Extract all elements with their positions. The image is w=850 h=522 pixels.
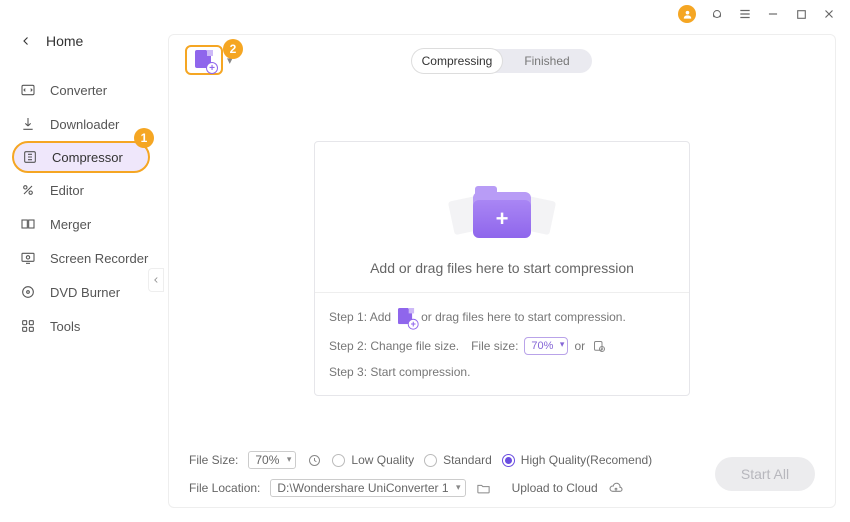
sidebar-item-editor[interactable]: Editor bbox=[0, 173, 160, 207]
add-file-group: + 2 ▾ bbox=[185, 45, 233, 75]
tabs: Compressing Finished bbox=[412, 49, 592, 73]
upload-cloud-label: Upload to Cloud bbox=[512, 481, 598, 495]
main-panel: + 2 ▾ Compressing Finished + Add or drag… bbox=[168, 34, 836, 508]
minimize-button[interactable] bbox=[766, 7, 780, 21]
start-all-button[interactable]: Start All bbox=[715, 457, 815, 491]
sidebar-item-screen-recorder[interactable]: Screen Recorder bbox=[0, 241, 160, 275]
sidebar-item-label: Tools bbox=[50, 319, 80, 334]
radio-icon bbox=[332, 454, 345, 467]
sidebar-item-label: Merger bbox=[50, 217, 91, 232]
filesize-percent-select[interactable]: 70% bbox=[524, 337, 568, 355]
quality-standard-option[interactable]: Standard bbox=[424, 453, 492, 467]
drop-panel: + Add or drag files here to start compre… bbox=[314, 141, 690, 396]
filelocation-label: File Location: bbox=[189, 481, 260, 495]
file-plus-icon[interactable]: + bbox=[398, 308, 414, 326]
sidebar-item-label: Compressor bbox=[52, 150, 123, 165]
downloader-icon bbox=[20, 116, 36, 132]
menu-icon[interactable] bbox=[738, 7, 752, 21]
step2-or: or bbox=[574, 339, 585, 353]
compress-settings-icon[interactable] bbox=[306, 452, 322, 468]
sidebar-item-label: DVD Burner bbox=[50, 285, 120, 300]
sidebar-item-label: Editor bbox=[50, 183, 84, 198]
annotation-badge-2: 2 bbox=[223, 39, 243, 59]
home-label: Home bbox=[46, 33, 83, 49]
compressor-icon bbox=[22, 149, 38, 165]
drop-steps: Step 1: Add + or drag files here to star… bbox=[315, 292, 689, 395]
sidebar-item-label: Converter bbox=[50, 83, 107, 98]
dvd-burner-icon bbox=[20, 284, 36, 300]
merger-icon bbox=[20, 216, 36, 232]
support-icon[interactable] bbox=[710, 7, 724, 21]
sidebar-item-label: Downloader bbox=[50, 117, 119, 132]
sidebar-item-converter[interactable]: Converter bbox=[0, 73, 160, 107]
step-3: Step 3: Start compression. bbox=[329, 365, 675, 379]
bottom-bar: File Size: 70% Low Quality Standard High… bbox=[189, 451, 815, 497]
filesize-label: File Size: bbox=[189, 453, 238, 467]
add-file-button[interactable]: + 2 bbox=[185, 45, 223, 75]
sidebar-item-label: Screen Recorder bbox=[50, 251, 148, 266]
sidebar-item-merger[interactable]: Merger bbox=[0, 207, 160, 241]
cloud-upload-icon[interactable] bbox=[608, 480, 624, 496]
annotation-badge-1: 1 bbox=[134, 128, 154, 148]
step2-filesize-label: File size: bbox=[471, 339, 518, 353]
filesize-select[interactable]: 70% bbox=[248, 451, 296, 469]
drop-zone[interactable]: + Add or drag files here to start compre… bbox=[315, 142, 689, 292]
filelocation-select[interactable]: D:\Wondershare UniConverter 1 bbox=[270, 479, 465, 497]
step-1: Step 1: Add + or drag files here to star… bbox=[329, 307, 675, 327]
close-button[interactable] bbox=[822, 7, 836, 21]
settings-gear-icon[interactable] bbox=[591, 338, 607, 354]
tools-icon bbox=[20, 318, 36, 334]
screen-recorder-icon bbox=[20, 250, 36, 266]
step1-text-b: or drag files here to start compression. bbox=[421, 310, 626, 324]
quality-high-label: High Quality(Recomend) bbox=[521, 453, 652, 467]
radio-icon bbox=[424, 454, 437, 467]
sidebar-item-compressor[interactable]: Compressor bbox=[12, 141, 150, 173]
converter-icon bbox=[20, 82, 36, 98]
tab-finished[interactable]: Finished bbox=[502, 49, 592, 73]
sidebar-item-dvd-burner[interactable]: DVD Burner bbox=[0, 275, 160, 309]
quality-low-label: Low Quality bbox=[351, 453, 414, 467]
step1-text-a: Step 1: Add bbox=[329, 310, 391, 324]
file-plus-icon: + bbox=[195, 50, 213, 70]
quality-standard-label: Standard bbox=[443, 453, 492, 467]
home-nav[interactable]: Home bbox=[0, 25, 160, 57]
open-folder-icon[interactable] bbox=[476, 480, 492, 496]
sidebar: Home Converter Downloader Compressor Edi… bbox=[0, 0, 160, 522]
step-2: Step 2: Change file size. File size: 70%… bbox=[329, 337, 675, 355]
maximize-button[interactable] bbox=[794, 7, 808, 21]
step3-text: Step 3: Start compression. bbox=[329, 365, 470, 379]
drop-title: Add or drag files here to start compress… bbox=[370, 260, 634, 276]
editor-icon bbox=[20, 182, 36, 198]
nav-list: Converter Downloader Compressor Editor M… bbox=[0, 73, 160, 343]
sidebar-collapse-toggle[interactable] bbox=[148, 268, 164, 292]
quality-high-option[interactable]: High Quality(Recomend) bbox=[502, 453, 652, 467]
step2-text-a: Step 2: Change file size. bbox=[329, 339, 459, 353]
quality-low-option[interactable]: Low Quality bbox=[332, 453, 414, 467]
back-chevron-icon bbox=[20, 35, 32, 47]
radio-icon bbox=[502, 454, 515, 467]
tab-compressing[interactable]: Compressing bbox=[412, 49, 502, 73]
folder-plus-illustration: + bbox=[467, 186, 537, 242]
user-avatar[interactable] bbox=[678, 5, 696, 23]
sidebar-item-tools[interactable]: Tools bbox=[0, 309, 160, 343]
